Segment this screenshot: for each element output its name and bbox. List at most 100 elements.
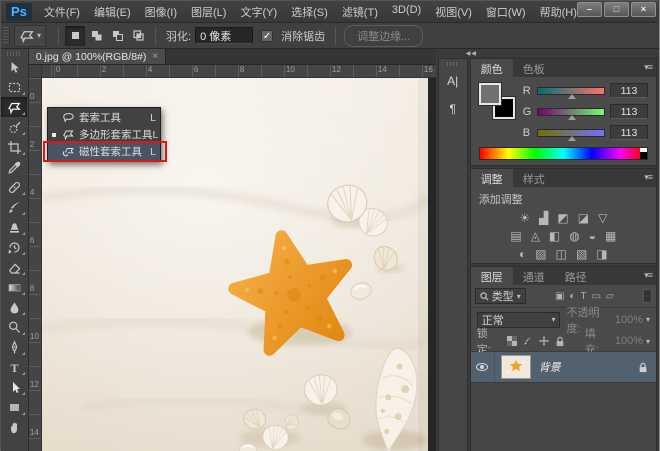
character-panel-button[interactable]: A| (441, 70, 465, 92)
menu-item[interactable]: 图层(L) (191, 4, 226, 20)
antialias-checkbox[interactable]: ✓ (261, 30, 273, 42)
adjustment-icon[interactable]: ◬ (531, 230, 540, 242)
lock-all-icon[interactable] (555, 336, 565, 347)
layer-row-background[interactable]: 背景 (471, 352, 656, 383)
strip-grip[interactable] (447, 62, 459, 66)
tool-eyedropper[interactable] (1, 157, 27, 177)
fill-select[interactable]: 100%▾ (615, 335, 650, 347)
blue-value[interactable]: 113 (610, 125, 648, 140)
slider-thumb[interactable] (568, 94, 576, 99)
lock-position-icon[interactable] (539, 336, 549, 346)
menu-item[interactable]: 文字(Y) (240, 4, 277, 20)
menu-item[interactable]: 帮助(H) (540, 4, 577, 20)
tool-quick-selection[interactable] (1, 117, 27, 137)
panel-menu-icon[interactable]: ▾≡ (644, 270, 652, 281)
tool-gradient[interactable] (1, 277, 27, 297)
tool-pen[interactable] (1, 337, 27, 357)
layer-thumbnail[interactable] (501, 355, 531, 379)
tool-type[interactable]: T (1, 357, 27, 377)
slider-thumb[interactable] (568, 136, 576, 141)
menu-item[interactable]: 编辑(E) (94, 4, 131, 20)
menu-item-polygonal-lasso-tool[interactable]: 多边形套索工具 L (48, 126, 160, 143)
adjustment-icon[interactable]: ▟ (539, 212, 548, 224)
panel-menu-icon[interactable]: ▾≡ (644, 172, 652, 183)
adjustment-icon[interactable]: ◫ (556, 248, 567, 260)
adjustment-icon[interactable]: ◨ (596, 248, 607, 260)
red-slider[interactable] (537, 87, 605, 95)
green-slider[interactable] (537, 108, 605, 116)
minimize-button[interactable]: – (577, 2, 602, 17)
tab-paths[interactable]: 路径 (555, 267, 597, 285)
menu-item[interactable]: 图像(I) (145, 4, 177, 20)
tool-rectangle-shape[interactable] (1, 397, 27, 417)
adjustment-icon[interactable]: ◪ (578, 212, 589, 224)
tab-color[interactable]: 颜色 (471, 59, 513, 77)
tool-path-selection[interactable] (1, 377, 27, 397)
layer-filter-icon[interactable]: ▭ (592, 291, 601, 302)
layer-filter-icon[interactable]: ◐ (569, 291, 575, 302)
tab-styles[interactable]: 样式 (513, 169, 555, 187)
add-to-selection-button[interactable] (86, 26, 106, 46)
new-selection-button[interactable] (65, 26, 85, 46)
blue-slider[interactable] (537, 129, 605, 137)
menu-item-magnetic-lasso-tool[interactable]: 磁性套索工具 L (48, 143, 160, 160)
tab-channels[interactable]: 通道 (513, 267, 555, 285)
tab-layers[interactable]: 图层 (471, 267, 513, 285)
tool-history-brush[interactable] (1, 237, 27, 257)
tool-blur[interactable] (1, 297, 27, 317)
tool-hand[interactable] (1, 417, 27, 437)
refine-edge-button[interactable]: 调整边缘... (344, 25, 423, 47)
adjustment-icon[interactable]: ▨ (535, 248, 546, 260)
intersect-selection-button[interactable] (128, 26, 148, 46)
antialias-label[interactable]: 消除锯齿 (281, 28, 325, 44)
adjustment-icon[interactable]: ☀ (519, 212, 530, 224)
maximize-button[interactable]: □ (604, 2, 629, 17)
panel-menu-icon[interactable]: ▾≡ (644, 62, 652, 73)
tool-move[interactable] (1, 57, 27, 77)
document-tab[interactable]: 0.jpg @ 100%(RGB/8#) × (29, 49, 166, 64)
tool-crop[interactable] (1, 137, 27, 157)
tool-dodge[interactable] (1, 317, 27, 337)
adjustment-icon[interactable]: ◍ (569, 230, 579, 242)
tool-brush[interactable] (1, 197, 27, 217)
layer-filter-icon[interactable]: ▱ (606, 291, 614, 302)
menu-item[interactable]: 视图(V) (435, 4, 472, 20)
tab-adjustments[interactable]: 调整 (471, 169, 513, 187)
menu-item[interactable]: 文件(F) (44, 4, 80, 20)
layer-filter-icon[interactable]: ▣ (555, 291, 564, 302)
opacity-select[interactable]: 100%▾ (615, 314, 650, 326)
layer-filter-toggle[interactable] (643, 289, 652, 303)
adjustment-icon[interactable]: ▤ (510, 230, 521, 242)
layer-filter-icon[interactable]: T (580, 291, 586, 302)
adjustment-icon[interactable]: ▧ (576, 248, 587, 260)
menu-item-lasso-tool[interactable]: 套索工具 L (48, 109, 160, 126)
tab-close-icon[interactable]: × (152, 51, 158, 62)
color-spectrum-ramp[interactable] (479, 147, 648, 160)
tool-eraser[interactable] (1, 257, 27, 277)
adjustment-icon[interactable]: ▦ (605, 230, 616, 242)
adjustment-icon[interactable]: ◒ (589, 230, 596, 242)
adjustment-icon[interactable]: ◐ (519, 248, 526, 260)
lock-image-icon[interactable] (523, 336, 533, 346)
slider-thumb[interactable] (568, 115, 576, 120)
toolbox-grip[interactable] (7, 51, 21, 56)
visibility-cell[interactable] (471, 352, 495, 382)
red-value[interactable]: 113 (610, 83, 648, 98)
menu-item[interactable]: 滤镜(T) (342, 4, 378, 20)
tool-preset-picker[interactable]: ▾ (14, 25, 46, 47)
feather-input[interactable] (195, 27, 253, 44)
tool-clone-stamp[interactable] (1, 217, 27, 237)
tool-rectangular-marquee[interactable] (1, 77, 27, 97)
tool-lasso[interactable] (1, 97, 27, 117)
menu-item[interactable]: 选择(S) (291, 4, 328, 20)
adjustment-icon[interactable]: ▽ (598, 212, 607, 224)
adjustment-icon[interactable]: ◩ (557, 212, 568, 224)
adjustment-icon[interactable]: ◧ (549, 230, 560, 242)
foreground-color-swatch[interactable] (479, 83, 501, 105)
collapse-panels-icon[interactable]: ◀◀ (466, 50, 477, 57)
lock-transparency-icon[interactable] (507, 336, 517, 346)
menu-item[interactable]: 窗口(W) (486, 4, 526, 20)
menu-item[interactable]: 3D(D) (392, 4, 421, 20)
layer-filter-kind-select[interactable]: 类型 ▾ (475, 288, 526, 304)
tool-healing-brush[interactable] (1, 177, 27, 197)
